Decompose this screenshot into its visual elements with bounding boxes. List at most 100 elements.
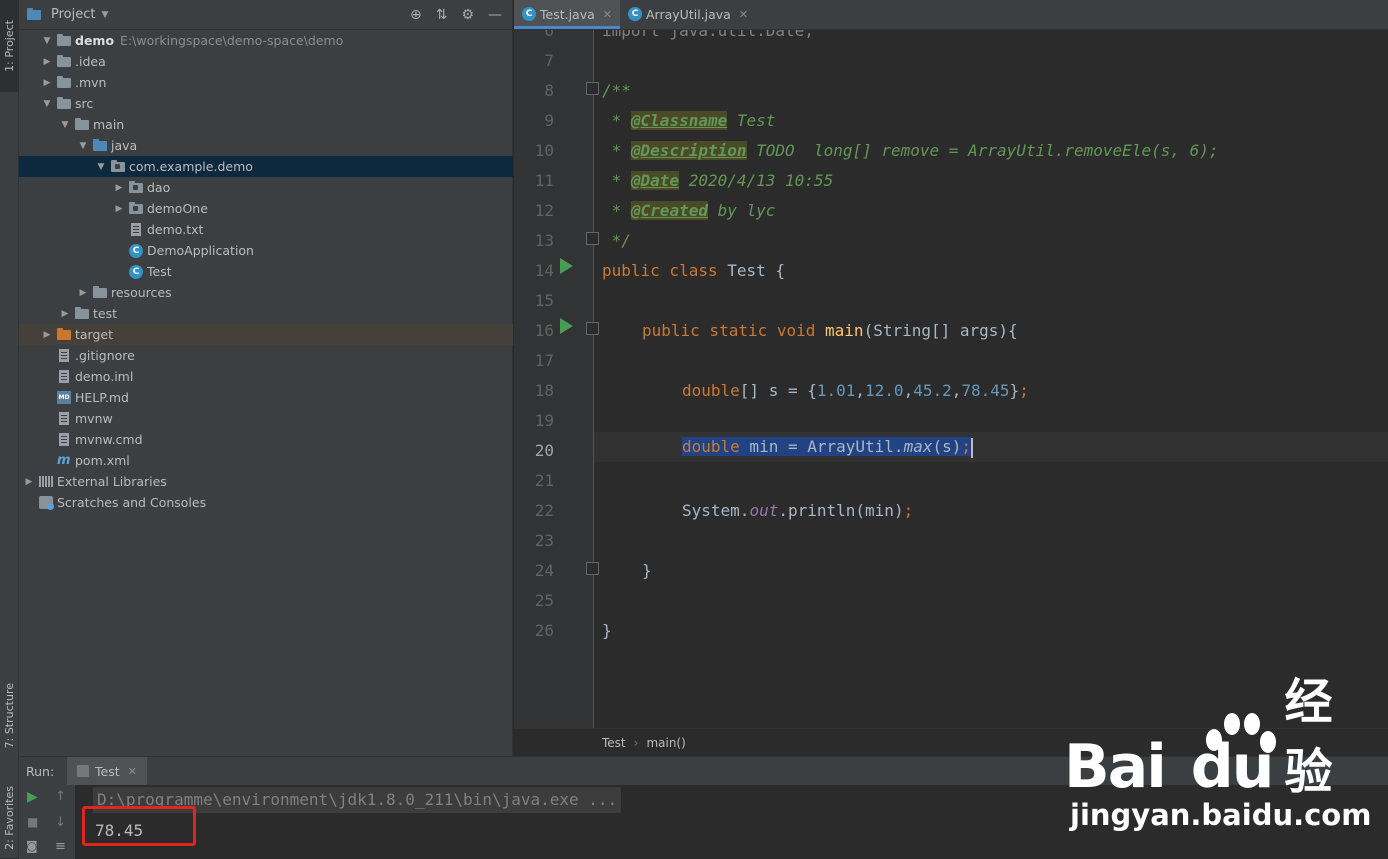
run-config-icon [77, 765, 89, 777]
tree-item-resources[interactable]: ▶ resources [19, 282, 513, 303]
run-class-icon[interactable] [560, 258, 573, 274]
line-number: 19 [534, 411, 554, 430]
expand-right-icon[interactable]: ▶ [59, 309, 71, 319]
code-line-14: public class Test { [602, 261, 786, 280]
expand-down-icon[interactable]: ▼ [59, 120, 71, 130]
tree-item-gitignore[interactable]: ▶.gitignore [19, 345, 513, 366]
line-number: 13 [534, 231, 554, 250]
expand-right-icon[interactable]: ▶ [41, 330, 53, 340]
tree-item-demoapplication[interactable]: ▶CDemoApplication [19, 240, 513, 261]
soft-wrap-icon[interactable]: ≡ [55, 839, 66, 854]
expand-right-icon[interactable]: ▶ [113, 183, 125, 193]
tree-item-src[interactable]: ▼ src [19, 93, 513, 114]
breadcrumb-item-method[interactable]: main() [646, 736, 685, 750]
code-line-8: /** [602, 81, 631, 100]
tree-item-demo[interactable]: ▼ demo E:\workingspace\demo-space\demo [19, 30, 513, 51]
expand-down-icon[interactable]: ▼ [41, 36, 53, 46]
tab-arrayutil-java[interactable]: C ArrayUtil.java ✕ [620, 0, 756, 29]
run-tab-test[interactable]: Test ✕ [67, 757, 147, 785]
tree-item-external-libraries[interactable]: ▶ External Libraries [19, 471, 513, 492]
source-folder-icon [93, 138, 107, 151]
expand-right-icon[interactable]: ▶ [41, 78, 53, 88]
tree-item-mvnw-cmd[interactable]: ▶mvnw.cmd [19, 429, 513, 450]
fold-icon[interactable] [586, 322, 599, 335]
chevron-down-icon[interactable]: ▼ [101, 10, 108, 20]
expand-down-icon[interactable]: ▼ [77, 141, 89, 151]
tree-item-demo-txt[interactable]: ▶demo.txt [19, 219, 513, 240]
spring-class-icon: C [129, 243, 143, 258]
expand-down-icon[interactable]: ▼ [95, 162, 107, 172]
line-number: 8 [544, 81, 554, 100]
tree-item-com-example-demo[interactable]: ▼ com.example.demo [19, 156, 513, 177]
tree-item-java[interactable]: ▼ java [19, 135, 513, 156]
scroll-up-icon[interactable]: ↑ [55, 789, 66, 804]
hide-panel-icon[interactable]: — [488, 7, 502, 23]
gear-icon[interactable]: ⚙ [461, 7, 474, 23]
line-number: 21 [534, 471, 554, 490]
tool-tab-favorites[interactable]: 2: Favorites [0, 778, 19, 858]
editor-tab-bar: C Test.java ✕ C ArrayUtil.java ✕ [514, 0, 1388, 30]
tool-tab-project[interactable]: 1: Project [0, 0, 19, 92]
resources-folder-icon [93, 285, 107, 298]
tree-item-dao[interactable]: ▶ dao [19, 177, 513, 198]
package-icon [111, 159, 125, 172]
expand-right-icon[interactable]: ▶ [23, 477, 35, 487]
expand-down-icon[interactable]: ▼ [41, 99, 53, 109]
code-line-13: */ [602, 231, 631, 250]
camera-icon[interactable]: ◙ [26, 839, 38, 853]
fold-icon[interactable] [586, 562, 599, 575]
library-icon [39, 476, 53, 487]
expand-right-icon[interactable]: ▶ [41, 57, 53, 67]
package-icon [129, 201, 143, 214]
chevron-right-icon: › [633, 735, 639, 750]
line-number: 7 [544, 51, 554, 70]
line-number: 16 [534, 321, 554, 340]
tree-item-main[interactable]: ▼ main [19, 114, 513, 135]
tree-item-idea[interactable]: ▶ .idea [19, 51, 513, 72]
close-icon[interactable]: ✕ [739, 8, 748, 21]
class-icon: C [522, 7, 536, 21]
locate-icon[interactable]: ⊕ [410, 7, 422, 23]
line-number: 11 [534, 171, 554, 190]
collapse-all-icon[interactable]: ⇅ [436, 7, 448, 23]
watermark-logo-text: Bai du 经验 [1064, 674, 1333, 802]
tree-item-pom-xml[interactable]: ▶mpom.xml [19, 450, 513, 471]
code-line-9: * @Classname Test [602, 111, 776, 130]
fold-icon[interactable] [586, 82, 599, 95]
close-icon[interactable]: ✕ [603, 8, 612, 21]
breadcrumb-item-class[interactable]: Test [602, 736, 626, 750]
folder-icon [57, 33, 71, 46]
file-icon [59, 412, 69, 425]
expand-right-icon[interactable]: ▶ [113, 204, 125, 214]
tree-item-demoone[interactable]: ▶ demoOne [19, 198, 513, 219]
fold-icon[interactable] [586, 232, 599, 245]
line-number: 9 [544, 111, 554, 130]
stop-icon[interactable]: ■ [27, 815, 38, 829]
excluded-folder-icon [57, 327, 71, 340]
markdown-file-icon: MD [57, 391, 71, 404]
tool-tab-structure[interactable]: 7: Structure [0, 676, 19, 756]
tab-test-java[interactable]: C Test.java ✕ [514, 0, 620, 29]
line-number: 14 [534, 261, 554, 280]
run-method-icon[interactable] [560, 318, 573, 334]
code-editor: C Test.java ✕ C ArrayUtil.java ✕ 6 7 8 9 10 … [514, 0, 1388, 756]
rerun-icon[interactable]: ▶ [27, 789, 38, 805]
line-number: 23 [534, 531, 554, 550]
close-icon[interactable]: ✕ [128, 765, 137, 778]
project-view-selector[interactable]: Project [51, 7, 95, 22]
gutter-divider [593, 30, 594, 728]
tree-item-mvnw[interactable]: ▶mvnw [19, 408, 513, 429]
line-number: 12 [534, 201, 554, 220]
tree-item-demo-iml[interactable]: ▶demo.iml [19, 366, 513, 387]
tree-item-target[interactable]: ▶ target [19, 324, 513, 345]
tree-item-mvn[interactable]: ▶ .mvn [19, 72, 513, 93]
tree-item-scratches[interactable]: ▶Scratches and Consoles [19, 492, 513, 513]
code-area[interactable]: 6 7 8 9 10 11 12 13 14 15 16 17 18 19 20… [514, 30, 1388, 728]
expand-right-icon[interactable]: ▶ [77, 288, 89, 298]
scroll-down-icon[interactable]: ↓ [55, 815, 66, 830]
folder-icon [75, 306, 89, 319]
tree-item-test-class[interactable]: ▶CTest [19, 261, 513, 282]
baidu-jingyan-watermark: Bai du 经验 jingyan.baidu.com [1060, 674, 1380, 850]
tree-item-test-folder[interactable]: ▶ test [19, 303, 513, 324]
tree-item-help-md[interactable]: ▶MDHELP.md [19, 387, 513, 408]
